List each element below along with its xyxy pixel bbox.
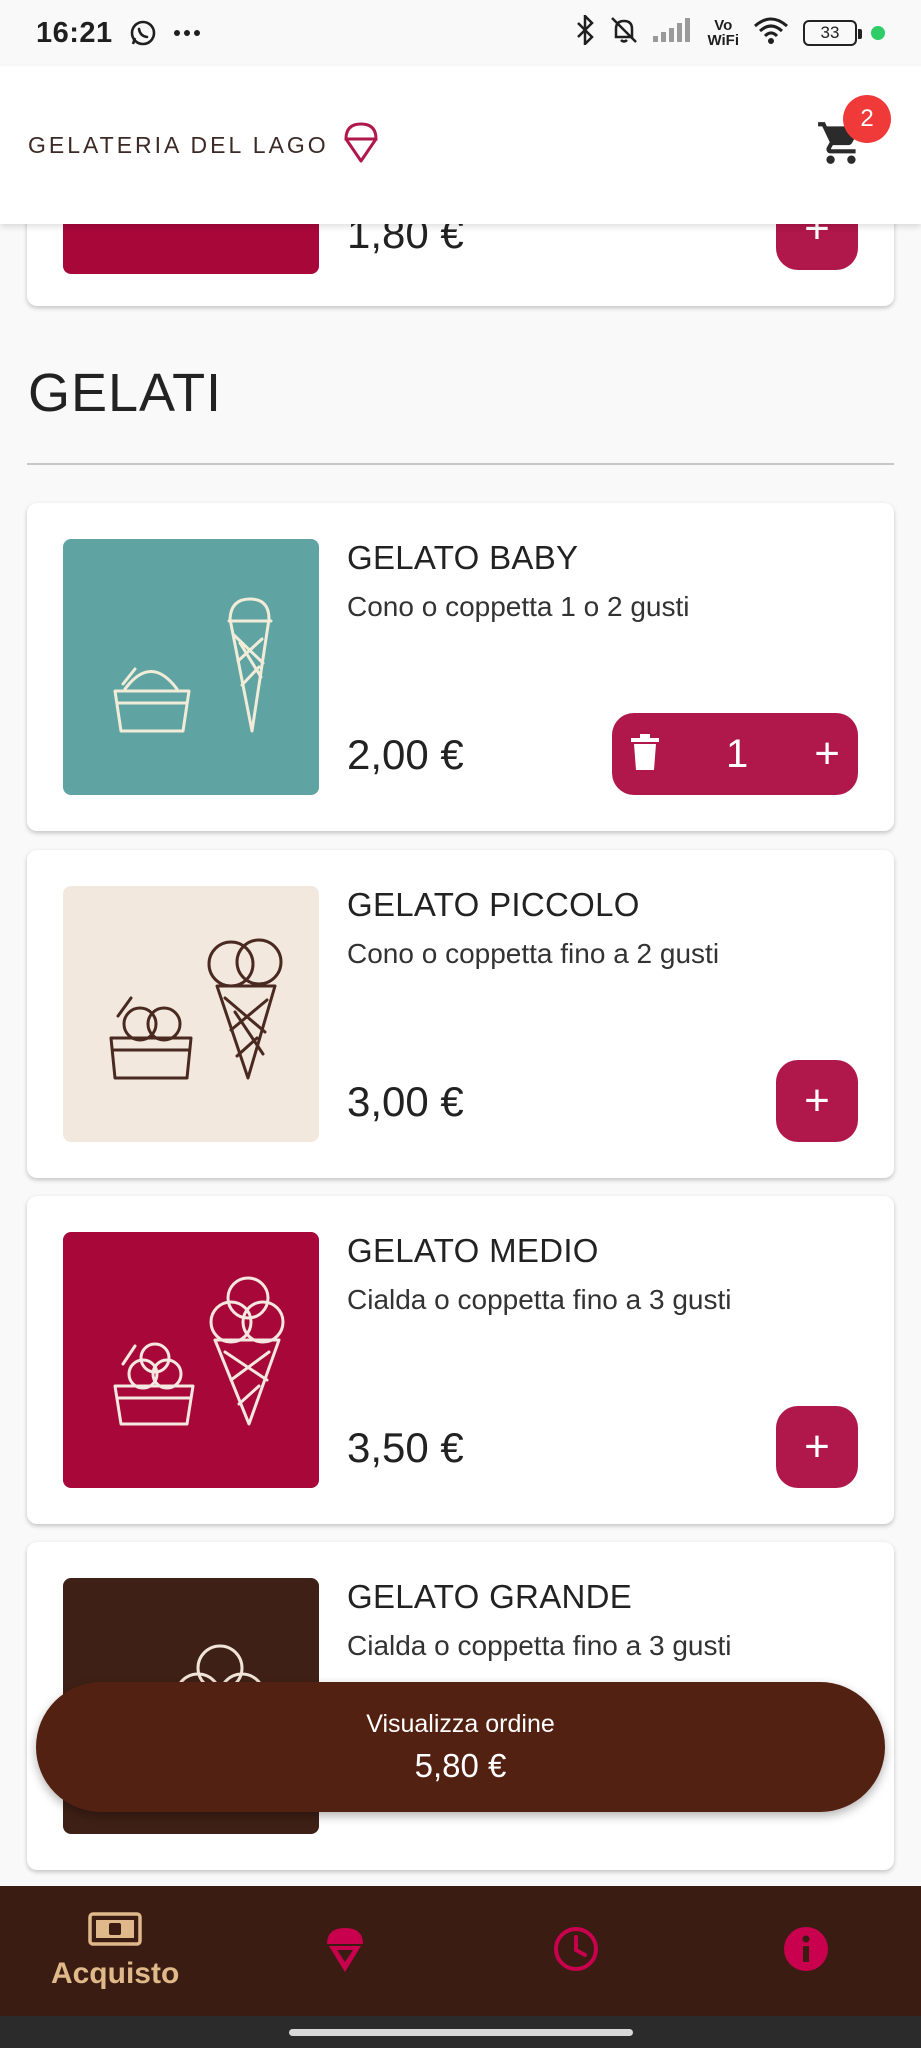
product-image bbox=[63, 1232, 319, 1488]
gelato-piccolo-illustration bbox=[109, 938, 283, 1080]
vowifi-icon: Vo WiFi bbox=[707, 18, 739, 48]
product-name: GELATO GRANDE bbox=[347, 1578, 633, 1615]
plus-icon[interactable]: + bbox=[814, 729, 840, 779]
divider bbox=[27, 463, 894, 465]
cart-count-badge: 2 bbox=[843, 95, 891, 143]
info-icon bbox=[782, 1925, 830, 1978]
product-card[interactable]: GELATO MEDIO Cialda o coppetta fino a 3 … bbox=[27, 1196, 894, 1524]
brand-logo[interactable]: GELATERIA DEL LAGO bbox=[28, 121, 379, 170]
product-name: GELATO BABY bbox=[347, 539, 579, 576]
ice-cream-icon bbox=[323, 1924, 367, 1979]
brand-mark-icon bbox=[343, 121, 379, 170]
nav-item-acquisto[interactable]: Acquisto bbox=[0, 1886, 230, 2016]
clock-icon bbox=[552, 1925, 600, 1978]
bluetooth-icon bbox=[575, 12, 595, 52]
product-price: 2,00 € bbox=[347, 731, 464, 778]
status-bar: 16:21 Vo WiFi 33 bbox=[0, 0, 921, 66]
wifi-icon bbox=[753, 16, 789, 51]
privacy-indicator-icon bbox=[871, 26, 885, 40]
product-price: 3,50 € bbox=[347, 1424, 464, 1471]
plus-icon: + bbox=[804, 1076, 830, 1125]
product-description: Cono o coppetta fino a 2 gusti bbox=[347, 938, 720, 969]
add-to-cart-button[interactable]: + bbox=[776, 1406, 858, 1488]
trash-icon[interactable] bbox=[630, 733, 660, 775]
add-to-cart-button[interactable]: + bbox=[776, 1060, 858, 1142]
nav-item-history[interactable] bbox=[461, 1886, 691, 2016]
cart-button[interactable]: 2 bbox=[801, 95, 891, 185]
vowifi-bottom: WiFi bbox=[707, 32, 739, 49]
product-card[interactable]: GELATO PICCOLO Cono o coppetta fino a 2 … bbox=[27, 850, 894, 1178]
brand-name: GELATERIA DEL LAGO bbox=[28, 131, 329, 158]
more-notifications-icon bbox=[173, 29, 201, 37]
nav-label-acquisto: Acquisto bbox=[50, 1956, 180, 1990]
quantity-stepper[interactable]: 1 + bbox=[612, 713, 858, 795]
product-description: Cialda o coppetta fino a 3 gusti bbox=[347, 1284, 732, 1315]
bottom-navigation: Acquisto bbox=[0, 1886, 921, 2016]
whatsapp-icon bbox=[129, 19, 157, 47]
product-name: GELATO MEDIO bbox=[347, 1232, 599, 1269]
nav-item-info[interactable] bbox=[691, 1886, 921, 2016]
plus-icon: + bbox=[804, 1422, 830, 1471]
product-description: Cono o coppetta 1 o 2 gusti bbox=[347, 591, 690, 622]
mute-icon bbox=[609, 15, 639, 52]
section-title: GELATI bbox=[28, 363, 223, 423]
gelato-baby-illustration bbox=[113, 597, 273, 733]
view-order-label: Visualizza ordine bbox=[366, 1709, 555, 1738]
quantity-value: 1 bbox=[726, 731, 749, 776]
gelato-medio-illustration bbox=[113, 1276, 285, 1426]
product-card[interactable]: GELATO BABY Cono o coppetta 1 o 2 gusti … bbox=[27, 503, 894, 831]
product-description: Cialda o coppetta fino a 3 gusti bbox=[347, 1630, 732, 1661]
signal-icon bbox=[653, 17, 693, 49]
screen: 1,80 € + GELATI GELATO BABY Cono o coppe… bbox=[0, 0, 921, 2048]
battery-icon: 33 bbox=[803, 20, 862, 46]
product-price: 3,00 € bbox=[347, 1078, 464, 1125]
view-order-button[interactable]: Visualizza ordine 5,80 € bbox=[36, 1682, 885, 1812]
home-gesture-handle[interactable] bbox=[288, 2028, 633, 2036]
app-bar: GELATERIA DEL LAGO 2 bbox=[0, 66, 921, 224]
cash-icon bbox=[88, 1911, 142, 1951]
product-image bbox=[63, 539, 319, 795]
status-time: 16:21 bbox=[36, 16, 113, 49]
product-image bbox=[63, 886, 319, 1142]
nav-item-products[interactable] bbox=[230, 1886, 460, 2016]
order-total: 5,80 € bbox=[414, 1746, 507, 1784]
status-icons: Vo WiFi 33 bbox=[575, 12, 885, 52]
product-name: GELATO PICCOLO bbox=[347, 886, 640, 923]
gesture-bar bbox=[0, 2016, 921, 2048]
